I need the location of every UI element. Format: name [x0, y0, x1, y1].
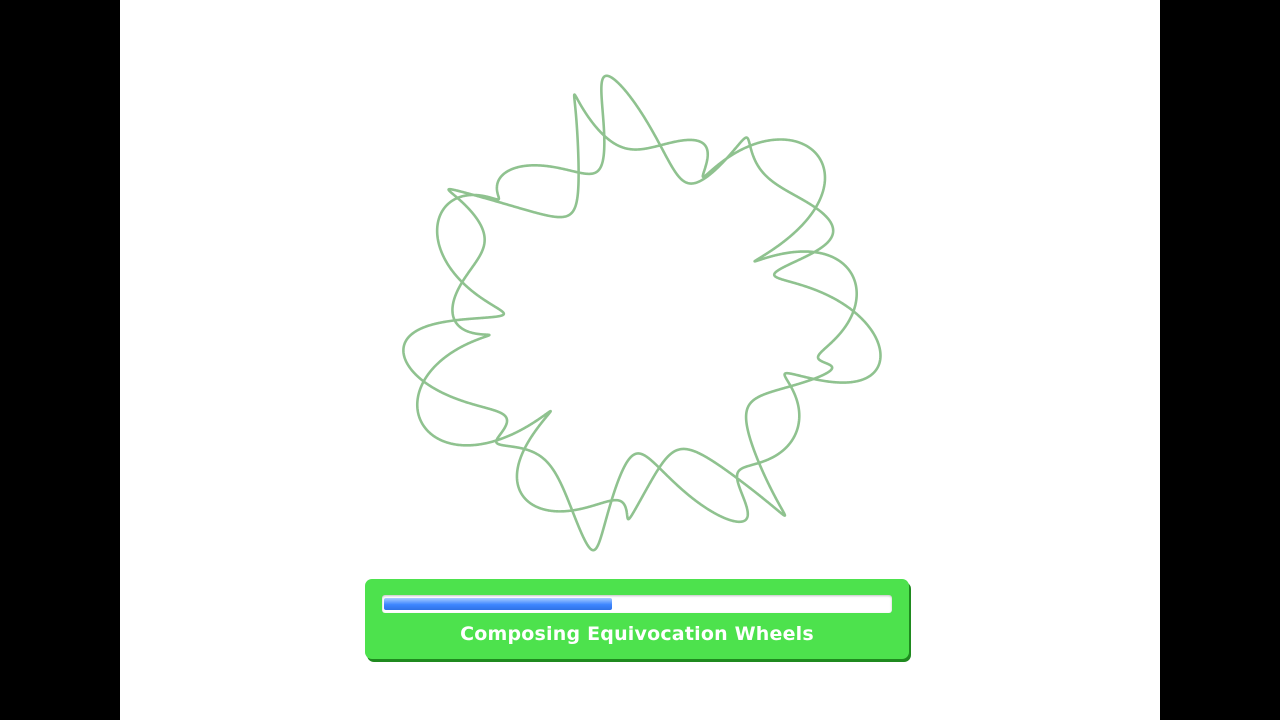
loading-panel: Composing Equivocation Wheels: [365, 579, 909, 659]
progress-bar-fill: [384, 598, 612, 610]
progress-bar: [382, 595, 892, 613]
loading-status-text: Composing Equivocation Wheels: [460, 623, 814, 645]
spirograph-curve: [402, 74, 882, 552]
letterbox-left: [0, 0, 120, 720]
letterbox-right: [1160, 0, 1280, 720]
game-screen: Composing Equivocation Wheels: [120, 0, 1160, 720]
